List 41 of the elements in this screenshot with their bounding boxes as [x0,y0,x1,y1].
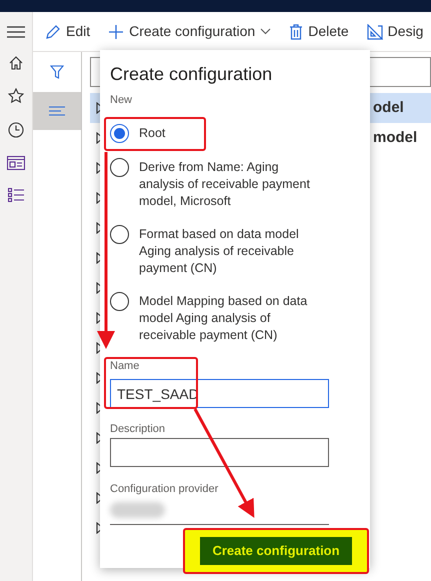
filter-icon[interactable] [50,65,64,79]
toolbar-button[interactable]: Edit [45,21,90,42]
field-label: Configuration provider [110,483,218,496]
group-label: New [110,94,132,107]
radio-option[interactable]: Derive from Name: Aging analysis of receivable payment model, Microsoft [110,158,360,210]
toolbar-button[interactable]: Create configuration [108,21,272,42]
clock-icon[interactable] [8,122,24,138]
ruler-triangle-icon [366,24,383,40]
option-label: Model Mapping based on data model Aging analysis of receivable payment (CN) [139,293,308,344]
radio-button[interactable] [110,124,129,143]
plus-icon [108,24,124,40]
star-icon[interactable] [8,88,24,104]
radio-option[interactable]: Format based on data model Aging analysis of receivable payment (CN) [110,225,360,277]
lines-icon [49,106,65,116]
row-label: model [373,128,418,148]
toolbar-button[interactable]: Delete [289,21,349,42]
trash-icon [289,24,304,40]
option-label: Root [139,125,166,142]
name-field[interactable]: TEST_SAAD [110,379,329,408]
description-field[interactable] [110,438,329,467]
radio-button[interactable] [110,292,129,311]
option-label: Derive from Name: Aging analysis of receivable payment model, Microsoft [139,159,311,210]
field-label: Description [110,423,166,436]
workspace-icon[interactable] [7,156,25,170]
create-configuration-button[interactable]: Create configuration [200,537,352,565]
dialog-title: Create configuration [110,63,272,86]
radio-option[interactable]: Root [110,124,360,143]
home-icon[interactable] [9,56,23,70]
list-icon[interactable] [8,188,24,202]
radio-button[interactable] [110,225,129,244]
list-view-tab[interactable] [33,92,81,130]
option-label: Format based on data model Aging analysis of receivable payment (CN) [139,226,300,277]
pencil-icon [45,24,61,40]
toolbar-button[interactable]: Desig [366,21,424,42]
radio-option[interactable]: Model Mapping based on data model Aging analysis of receivable payment (CN) [110,292,360,344]
blurred-value [110,502,165,518]
row-label: odel [373,98,405,118]
chevron-down-icon [260,28,272,35]
field-label: Name [110,360,140,373]
radio-button[interactable] [110,158,129,177]
menu-icon[interactable] [7,26,25,38]
